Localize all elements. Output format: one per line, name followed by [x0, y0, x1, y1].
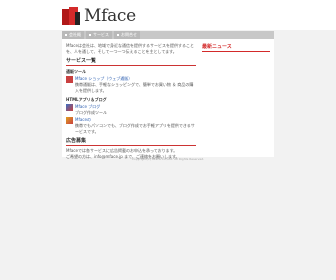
nav-item-services[interactable]: サービス — [86, 31, 112, 39]
group-heading: HTMLアプリ＆ブログ — [66, 97, 107, 102]
nav-bar: 会社概 サービス お問合せ — [62, 31, 274, 39]
list-item: Mface ショップ（ウェブ通販） 携帯通販は、手軽なショッピングで、簡単でお買… — [66, 76, 196, 94]
blog-icon — [66, 104, 73, 111]
nav-item-contact[interactable]: お問合せ — [114, 31, 140, 39]
news-title: 最新ニュース — [202, 43, 270, 52]
logo[interactable]: Mface — [62, 5, 136, 27]
logo-icon — [62, 7, 82, 25]
shop-icon — [66, 76, 73, 83]
nav-item-company[interactable]: 会社概 — [62, 31, 84, 39]
service-desc: ブログ作成ツール — [75, 110, 107, 115]
bullet-icon — [89, 34, 91, 36]
bullet-icon — [117, 34, 119, 36]
ad-title: 広告募集 — [66, 138, 196, 146]
news-sidebar: 最新ニュース — [202, 43, 270, 52]
list-item: Mfaceの 携帯でもパソコンでも、ブログ作成でお手軽アプリを提供できるサービス… — [66, 117, 196, 135]
header: Mface — [0, 0, 336, 30]
list-item: Mface ブログ ブログ作成ツール — [66, 104, 196, 116]
service-desc: 携帯でもパソコンでも、ブログ作成でお手軽アプリを提供できるサービスです。 — [75, 123, 195, 134]
bullet-icon — [65, 34, 67, 36]
content-panel: Mfaceは会社は、地域で身近な通信を提供するサービスを提供することを、人を通し… — [62, 39, 274, 160]
service-desc: 携帯通販は、手軽なショッピングで、簡単でお買い物 ＆ 商品の購入を提供します。 — [75, 82, 194, 93]
group-heading: 通販ツール — [66, 69, 86, 74]
footer-copyright: Copyright(C) Mface Co.,Ltd. All Rights R… — [131, 157, 205, 161]
main-column: Mfaceは会社は、地域で身近な通信を提供するサービスを提供することを、人を通し… — [66, 43, 196, 160]
app-icon — [66, 117, 73, 124]
page: Mface 会社概 サービス お問合せ Mfaceは会社は、地域で身近な通信を提… — [0, 0, 336, 280]
intro-text: Mfaceは会社は、地域で身近な通信を提供するサービスを提供することを、人を通し… — [66, 43, 194, 54]
logo-text: Mface — [84, 6, 136, 26]
services-title: サービス一覧 — [66, 58, 196, 66]
